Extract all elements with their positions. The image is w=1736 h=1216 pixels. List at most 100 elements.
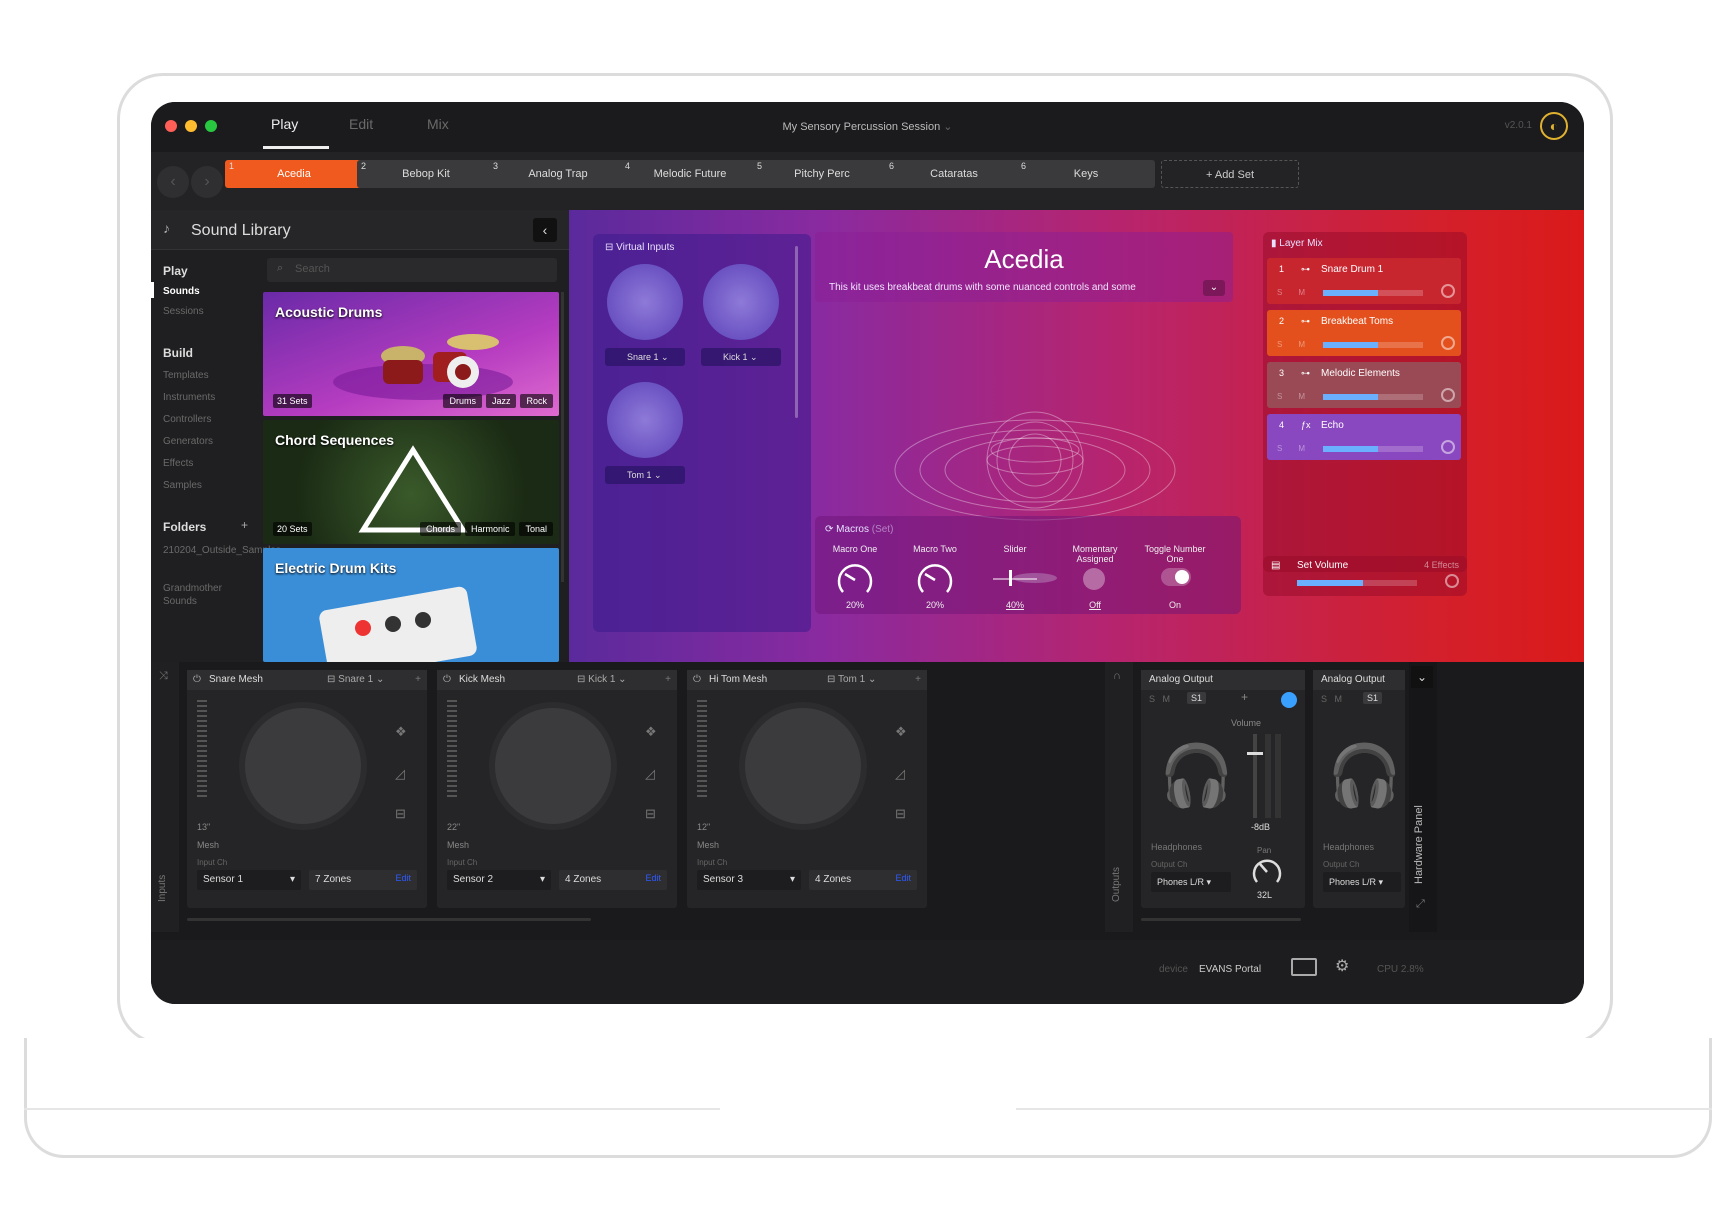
drum-pad[interactable]: [239, 702, 367, 830]
library-scrollbar[interactable]: [561, 292, 564, 582]
sunhouse-logo-icon[interactable]: ◐: [1540, 112, 1568, 140]
zones-icon[interactable]: ❖: [895, 724, 907, 740]
gear-icon[interactable]: ⚙: [1335, 956, 1349, 976]
library-card[interactable]: Chord Sequences 20 Sets Chords Harmonic …: [263, 420, 559, 544]
layer-pan-knob[interactable]: [1441, 388, 1455, 402]
power-icon[interactable]: ⏻: [693, 670, 701, 690]
set-button-3[interactable]: 3 Analog Trap: [489, 160, 627, 188]
solo-mute-buttons[interactable]: S M: [1321, 694, 1342, 704]
pad-select-snare[interactable]: Snare 1 ⌄: [605, 348, 685, 366]
library-card[interactable]: Acoustic Drums 31 Sets Drums Jazz Rock: [263, 292, 559, 416]
nav-item-effects[interactable]: Effects: [163, 458, 193, 469]
zones-icon[interactable]: ❖: [395, 724, 407, 740]
drum-icon[interactable]: ⊟: [895, 806, 906, 822]
velocity-icon[interactable]: ◿: [895, 766, 905, 782]
momentary-button[interactable]: [1083, 568, 1105, 590]
card-tag[interactable]: Harmonic: [464, 522, 516, 536]
drum-pad[interactable]: [489, 702, 617, 830]
output-select[interactable]: Phones L/R ▾: [1323, 872, 1401, 892]
card-tag[interactable]: Drums: [443, 394, 482, 408]
output-select[interactable]: Phones L/R ▾: [1151, 872, 1231, 892]
set-button-2[interactable]: 2 Bebop Kit: [357, 160, 495, 188]
layer-row[interactable]: 1 ⊶ Snare Drum 1 SM: [1267, 258, 1461, 304]
outputs-scrollbar[interactable]: [1141, 918, 1301, 921]
sensor-select[interactable]: Sensor 2 ▾: [447, 870, 551, 890]
channel-badge[interactable]: S1: [1363, 692, 1383, 704]
back-button[interactable]: ‹: [157, 166, 189, 198]
device-name[interactable]: EVANS Portal: [1199, 964, 1261, 975]
set-button-7[interactable]: 6 Keys: [1017, 160, 1155, 188]
solo-mute-buttons[interactable]: SM: [1277, 288, 1321, 297]
expand-description-button[interactable]: ⌄: [1203, 280, 1225, 296]
drum-icon[interactable]: ⊟: [395, 806, 406, 822]
session-title[interactable]: My Sensory Percussion Session ⌄: [151, 120, 1584, 133]
sensor-select[interactable]: Sensor 3 ▾: [697, 870, 801, 890]
pan-knob[interactable]: [1251, 856, 1283, 888]
nav-item-sessions[interactable]: Sessions: [163, 306, 204, 317]
card-tag[interactable]: Jazz: [485, 394, 517, 408]
expand-icon[interactable]: ⤢: [1416, 898, 1425, 911]
layer-level-bar[interactable]: [1323, 290, 1423, 296]
card-tag[interactable]: Chords: [419, 522, 461, 536]
layer-row[interactable]: 4 ƒx Echo SM: [1267, 414, 1461, 460]
solo-mute-buttons[interactable]: SM: [1277, 444, 1321, 453]
set-button-1[interactable]: 1 Acedia: [225, 160, 363, 188]
set-volume-bar[interactable]: [1297, 580, 1417, 586]
add-icon[interactable]: +: [915, 670, 921, 690]
drum-pad[interactable]: [739, 702, 867, 830]
forward-button[interactable]: ›: [191, 166, 223, 198]
virtual-inputs-scrollbar[interactable]: [795, 246, 798, 418]
add-set-button[interactable]: + Add Set: [1161, 160, 1299, 188]
set-button-4[interactable]: 4 Melodic Future: [621, 160, 759, 188]
folder-item[interactable]: Grandmother Sounds: [163, 582, 253, 608]
pad-select-tom[interactable]: Tom 1 ⌄: [605, 466, 685, 484]
power-icon[interactable]: ⏻: [443, 670, 451, 690]
virtual-pad-kick[interactable]: [703, 264, 779, 340]
macro-one-knob[interactable]: [835, 560, 875, 600]
hardware-panel-rail[interactable]: ⌄ Hardware Panel ⤢: [1409, 662, 1437, 932]
nav-item-controllers[interactable]: Controllers: [163, 414, 211, 425]
card-tag[interactable]: Rock: [520, 394, 553, 408]
zones-icon[interactable]: ❖: [645, 724, 657, 740]
chevron-down-icon[interactable]: ⌄: [1411, 666, 1433, 688]
edit-zones-link[interactable]: Edit: [645, 873, 661, 883]
headphone-icon[interactable]: ∩: [1113, 670, 1121, 682]
slider-thumb[interactable]: [1009, 570, 1012, 586]
velocity-icon[interactable]: ◿: [395, 766, 405, 782]
layer-pan-knob[interactable]: [1441, 440, 1455, 454]
set-pan-knob[interactable]: [1445, 574, 1459, 588]
library-search-input[interactable]: ⌕ Search: [267, 258, 557, 282]
virtual-pad-snare[interactable]: [607, 264, 683, 340]
volume-fader[interactable]: [1253, 734, 1257, 818]
nav-item-templates[interactable]: Templates: [163, 370, 209, 381]
layer-pan-knob[interactable]: [1441, 336, 1455, 350]
add-icon[interactable]: +: [665, 670, 671, 690]
slider-track[interactable]: [993, 578, 1037, 580]
target-select[interactable]: ⊟ Kick 1 ⌄: [577, 670, 627, 690]
layer-level-bar[interactable]: [1323, 446, 1423, 452]
layer-row[interactable]: 2 ⊶ Breakbeat Toms SM: [1267, 310, 1461, 356]
layout-toggle-icon[interactable]: [1291, 958, 1317, 976]
target-select[interactable]: ⊟ Tom 1 ⌄: [827, 670, 876, 690]
solo-mute-buttons[interactable]: S M: [1149, 694, 1170, 704]
power-icon[interactable]: ⏻: [193, 670, 201, 690]
channel-badge[interactable]: S1: [1187, 692, 1207, 704]
velocity-icon[interactable]: ◿: [645, 766, 655, 782]
set-button-5[interactable]: 5 Pitchy Perc: [753, 160, 891, 188]
target-select[interactable]: ⊟ Snare 1 ⌄: [327, 670, 384, 690]
effects-count[interactable]: 4 Effects: [1424, 560, 1459, 570]
library-card[interactable]: Electric Drum Kits: [263, 548, 559, 662]
sensor-select[interactable]: Sensor 1 ▾: [197, 870, 301, 890]
edit-zones-link[interactable]: Edit: [395, 873, 411, 883]
layer-level-bar[interactable]: [1323, 394, 1423, 400]
edit-zones-link[interactable]: Edit: [895, 873, 911, 883]
drum-icon[interactable]: ⊟: [645, 806, 656, 822]
add-icon[interactable]: +: [415, 670, 421, 690]
nav-item-instruments[interactable]: Instruments: [163, 392, 215, 403]
set-button-6[interactable]: 6 Cataratas: [885, 160, 1023, 188]
pad-select-kick[interactable]: Kick 1 ⌄: [701, 348, 781, 366]
collapse-library-button[interactable]: ‹: [533, 218, 557, 242]
toggle-switch[interactable]: [1161, 568, 1191, 586]
nav-item-generators[interactable]: Generators: [163, 436, 213, 447]
layer-pan-knob[interactable]: [1441, 284, 1455, 298]
